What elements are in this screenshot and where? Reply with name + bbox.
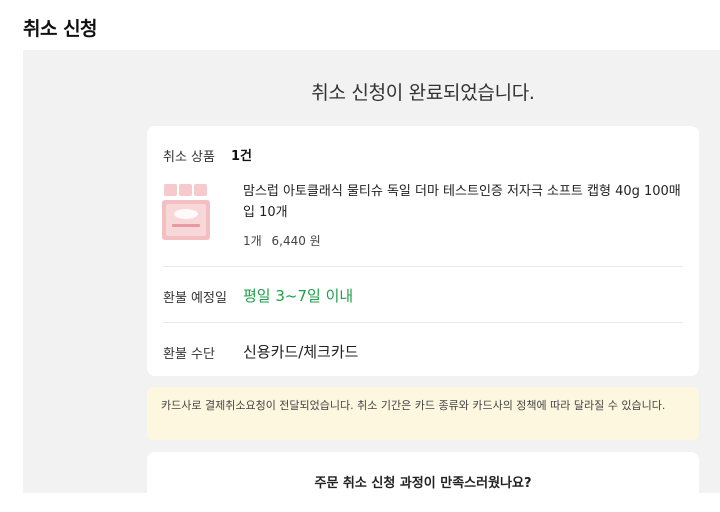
product-qty-price: 1개 6,440 원 [243, 232, 327, 249]
satisfaction-survey-card: 주문 취소 신청 과정이 만족스러웠나요? [147, 452, 699, 512]
cancel-items-label: 취소 상품 [163, 150, 215, 165]
divider [163, 266, 683, 267]
completion-headline: 취소 신청이 완료되었습니다. [311, 82, 535, 104]
content-panel: 취소 신청이 완료되었습니다. 취소 상품 1건 맘스럽 아토클래식 물티슈 독… [23, 50, 720, 512]
refund-date-label: 환불 예정일 [163, 291, 227, 306]
notice-box: 카드사로 결제취소요청이 전달되었습니다. 취소 기간은 카드 종류와 카드사의… [147, 387, 699, 440]
product-price: 6,440 원 [271, 234, 321, 248]
divider [163, 322, 683, 323]
survey-question: 주문 취소 신청 과정이 만족스러웠나요? [314, 476, 532, 491]
notice-text: 카드사로 결제취소요청이 전달되었습니다. 취소 기간은 카드 종류와 카드사의… [161, 399, 666, 412]
product-quantity: 1개 [243, 234, 262, 248]
refund-date-value: 평일 3~7일 이내 [243, 287, 354, 305]
cancel-summary-card: 취소 상품 1건 맘스럽 아토클래식 물티슈 독일 더마 테스트인증 저자극 소… [147, 126, 699, 376]
product-name: 맘스럽 아토클래식 물티슈 독일 더마 테스트인증 저자극 소프트 캡형 40g… [243, 184, 681, 220]
wet-wipes-pack-icon [162, 184, 210, 240]
refund-method-value: 신용카드/체크카드 [243, 343, 359, 361]
refund-method-label: 환불 수단 [163, 347, 215, 362]
page-title: 취소 신청 [23, 18, 98, 40]
cancel-items-count: 1건 [231, 149, 253, 164]
